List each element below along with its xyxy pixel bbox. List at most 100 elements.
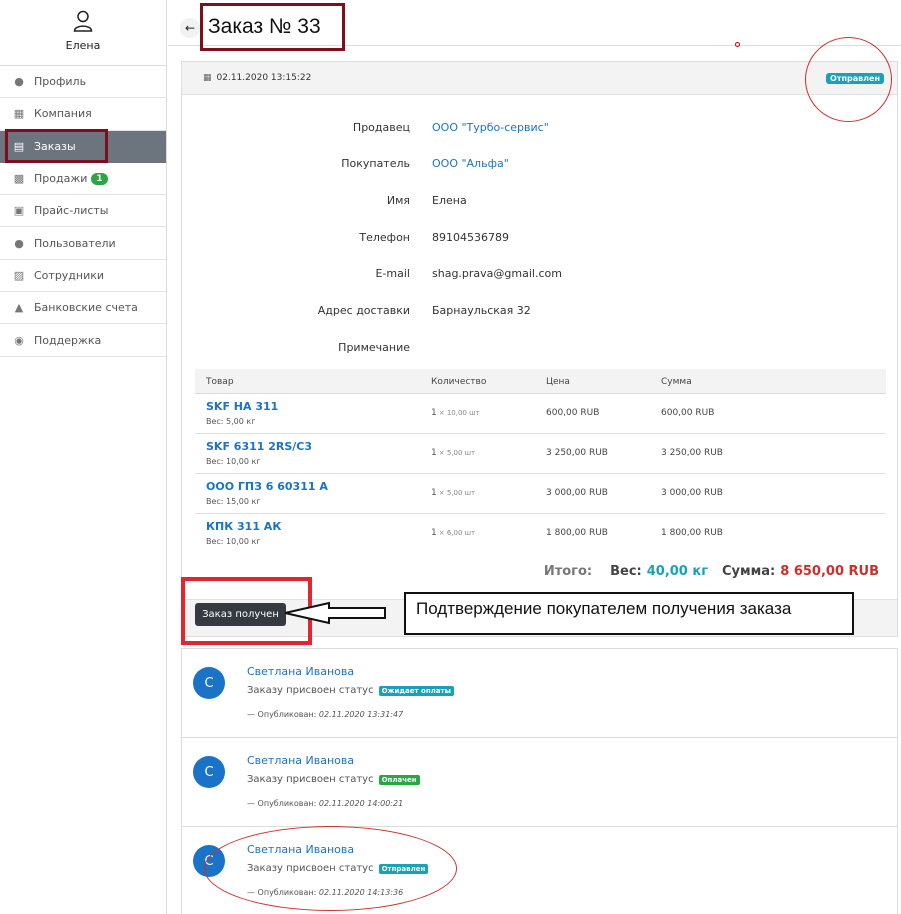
seller-link[interactable]: ООО "Турбо-сервис" [432, 121, 549, 134]
item-price: 1 800,00 RUB [546, 528, 608, 538]
item-qty: 1 × 6,00 шт [431, 528, 476, 538]
annotation-note: Подтверждение покупателем получения зака… [404, 592, 854, 635]
sidebar-item-support[interactable]: ◉ Поддержка [0, 324, 166, 357]
sidebar-item-label: Профиль [34, 75, 87, 89]
arrow-left-annotation-icon [284, 601, 386, 625]
item-name-link[interactable]: ООО ГПЗ 6 60311 А [206, 480, 328, 493]
back-button[interactable]: ← [180, 18, 200, 38]
sidebar-item-label: Сотрудники [34, 268, 105, 282]
item-qty: 1 × 5,00 шт [431, 448, 476, 458]
item-price: 3 250,00 RUB [546, 448, 608, 458]
users-icon: ● [14, 236, 24, 250]
status-annotation-circle [805, 37, 892, 122]
item-weight: Вес: 5,00 кг [206, 417, 256, 426]
field-label: E-mail [375, 267, 411, 280]
sidebar-item-label: Пользователи [34, 236, 116, 250]
sales-count-badge: 1 [91, 172, 108, 185]
field-value: Елена [432, 194, 467, 207]
field-label: Примечание [338, 341, 410, 354]
history-annotation-ellipse [204, 826, 457, 911]
column-header-sum: Сумма [661, 377, 692, 387]
field-label: Продавец [352, 121, 410, 134]
sidebar-item-employees[interactable]: ▨ Сотрудники [0, 260, 166, 293]
id-card-icon: ▨ [13, 268, 25, 282]
table-header: Товар Количество Цена Сумма [195, 369, 886, 394]
bank-icon: ▲ [14, 301, 24, 315]
total-sum-label: Сумма: [722, 564, 776, 579]
order-card-header: ▦ 02.11.2020 13:15:22 Отправлен [182, 37, 897, 122]
column-header-product: Товар [206, 377, 234, 387]
item-sum: 1 800,00 RUB [661, 528, 723, 538]
field-value: 89104536789 [432, 231, 509, 244]
item-sum: 3 250,00 RUB [661, 448, 723, 458]
sidebar-item-company[interactable]: ▦ Компания [0, 98, 166, 131]
item-name-link[interactable]: SKF HA 311 [206, 400, 278, 413]
table-row: SKF 6311 2RS/C3 Вес: 10,00 кг 1 × 5,00 шт… [195, 434, 886, 474]
sidebar-item-sales[interactable]: ▩ Продажи 1 [0, 163, 166, 196]
field-seller: Продавец ООО "Турбо-сервис" [182, 121, 897, 137]
field-email: E-mail shag.prava@gmail.com [182, 267, 897, 283]
column-header-price: Цена [546, 377, 570, 387]
history-text: Заказу присвоен статус Ожидает оплаты [247, 685, 454, 696]
field-name: Имя Елена [182, 194, 897, 210]
items-table: Товар Количество Цена Сумма SKF HA 311 В… [195, 369, 886, 554]
field-address: Адрес доставки Барнаульская 32 [182, 304, 897, 320]
table-row: ООО ГПЗ 6 60311 А Вес: 15,00 кг 1 × 5,00 … [195, 474, 886, 514]
field-phone: Телефон 89104536789 [182, 231, 897, 247]
published-meta: — Опубликован: 02.11.2020 14:00:21 [247, 799, 404, 808]
sidebar-item-orders[interactable]: ▤ Заказы [0, 128, 166, 163]
field-label: Телефон [359, 231, 410, 244]
table-row: КПК 311 АК Вес: 10,00 кг 1 × 6,00 шт 1 80… [195, 514, 886, 554]
user-icon: ● [14, 75, 24, 89]
item-qty: 1 × 10,00 шт [431, 408, 480, 418]
sidebar-item-users[interactable]: ● Пользователи [0, 227, 166, 260]
annotation-dot [735, 42, 740, 47]
item-sum: 3 000,00 RUB [661, 488, 723, 498]
support-icon: ◉ [14, 333, 24, 347]
field-note: Примечание [182, 341, 897, 357]
calendar-icon: ▦ [203, 73, 212, 83]
sidebar-item-label: Компания [34, 107, 92, 121]
item-sum: 600,00 RUB [661, 408, 715, 418]
buyer-link[interactable]: ООО "Альфа" [432, 157, 509, 170]
order-card: ▦ 02.11.2020 13:15:22 Отправлен Продавец… [181, 37, 898, 637]
item-qty: 1 × 5,00 шт [431, 488, 476, 498]
sidebar: Елена ● Профиль ▦ Компания ▤ Заказы ▩ Пр… [0, 0, 167, 914]
author-link[interactable]: Светлана Иванова [247, 665, 354, 678]
status-badge: Ожидает оплаты [378, 685, 454, 696]
item-name-link[interactable]: КПК 311 АК [206, 520, 281, 533]
sidebar-item-label: Банковские счета [34, 301, 138, 315]
item-name-link[interactable]: SKF 6311 2RS/C3 [206, 440, 312, 453]
order-datetime: 02.11.2020 13:15:22 [216, 73, 312, 83]
user-icon [73, 10, 93, 32]
field-label: Имя [386, 194, 410, 207]
history-item: С Светлана Иванова Заказу присвоен стату… [182, 738, 897, 827]
sales-icon: ▩ [13, 172, 25, 186]
arrow-left-icon: ← [184, 21, 196, 35]
avatar: С [193, 667, 225, 699]
author-link[interactable]: Светлана Иванова [247, 754, 354, 767]
total-sum-value: 8 650,00 RUB [780, 564, 879, 579]
item-weight: Вес: 10,00 кг [206, 537, 261, 546]
column-header-qty: Количество [431, 377, 487, 387]
history-item: С Светлана Иванова Заказу присвоен стату… [182, 649, 897, 738]
field-value: Барнаульская 32 [432, 304, 531, 317]
money-icon: ▣ [13, 204, 25, 218]
field-label: Покупатель [341, 157, 410, 170]
sidebar-item-bank-accounts[interactable]: ▲ Банковские счета [0, 292, 166, 325]
user-block: Елена [0, 0, 166, 66]
total-weight-value: 40,00 кг [646, 564, 708, 579]
sidebar-item-price-lists[interactable]: ▣ Прайс-листы [0, 195, 166, 228]
field-value: shag.prava@gmail.com [432, 267, 562, 280]
field-buyer: Покупатель ООО "Альфа" [182, 157, 897, 173]
total-weight-label: Вес: [610, 564, 642, 579]
avatar: С [193, 756, 225, 788]
item-price: 3 000,00 RUB [546, 488, 608, 498]
item-price: 600,00 RUB [546, 408, 600, 418]
published-meta: — Опубликован: 02.11.2020 13:31:47 [247, 710, 404, 719]
sidebar-item-label: Поддержка [34, 333, 102, 347]
sidebar-item-label: Продажи [34, 172, 88, 186]
order-date: ▦ 02.11.2020 13:15:22 [203, 73, 311, 83]
sidebar-item-profile[interactable]: ● Профиль [0, 66, 166, 99]
order-totals: Итого: Вес: 40,00 кг Сумма: 8 650,00 RUB [544, 564, 879, 579]
